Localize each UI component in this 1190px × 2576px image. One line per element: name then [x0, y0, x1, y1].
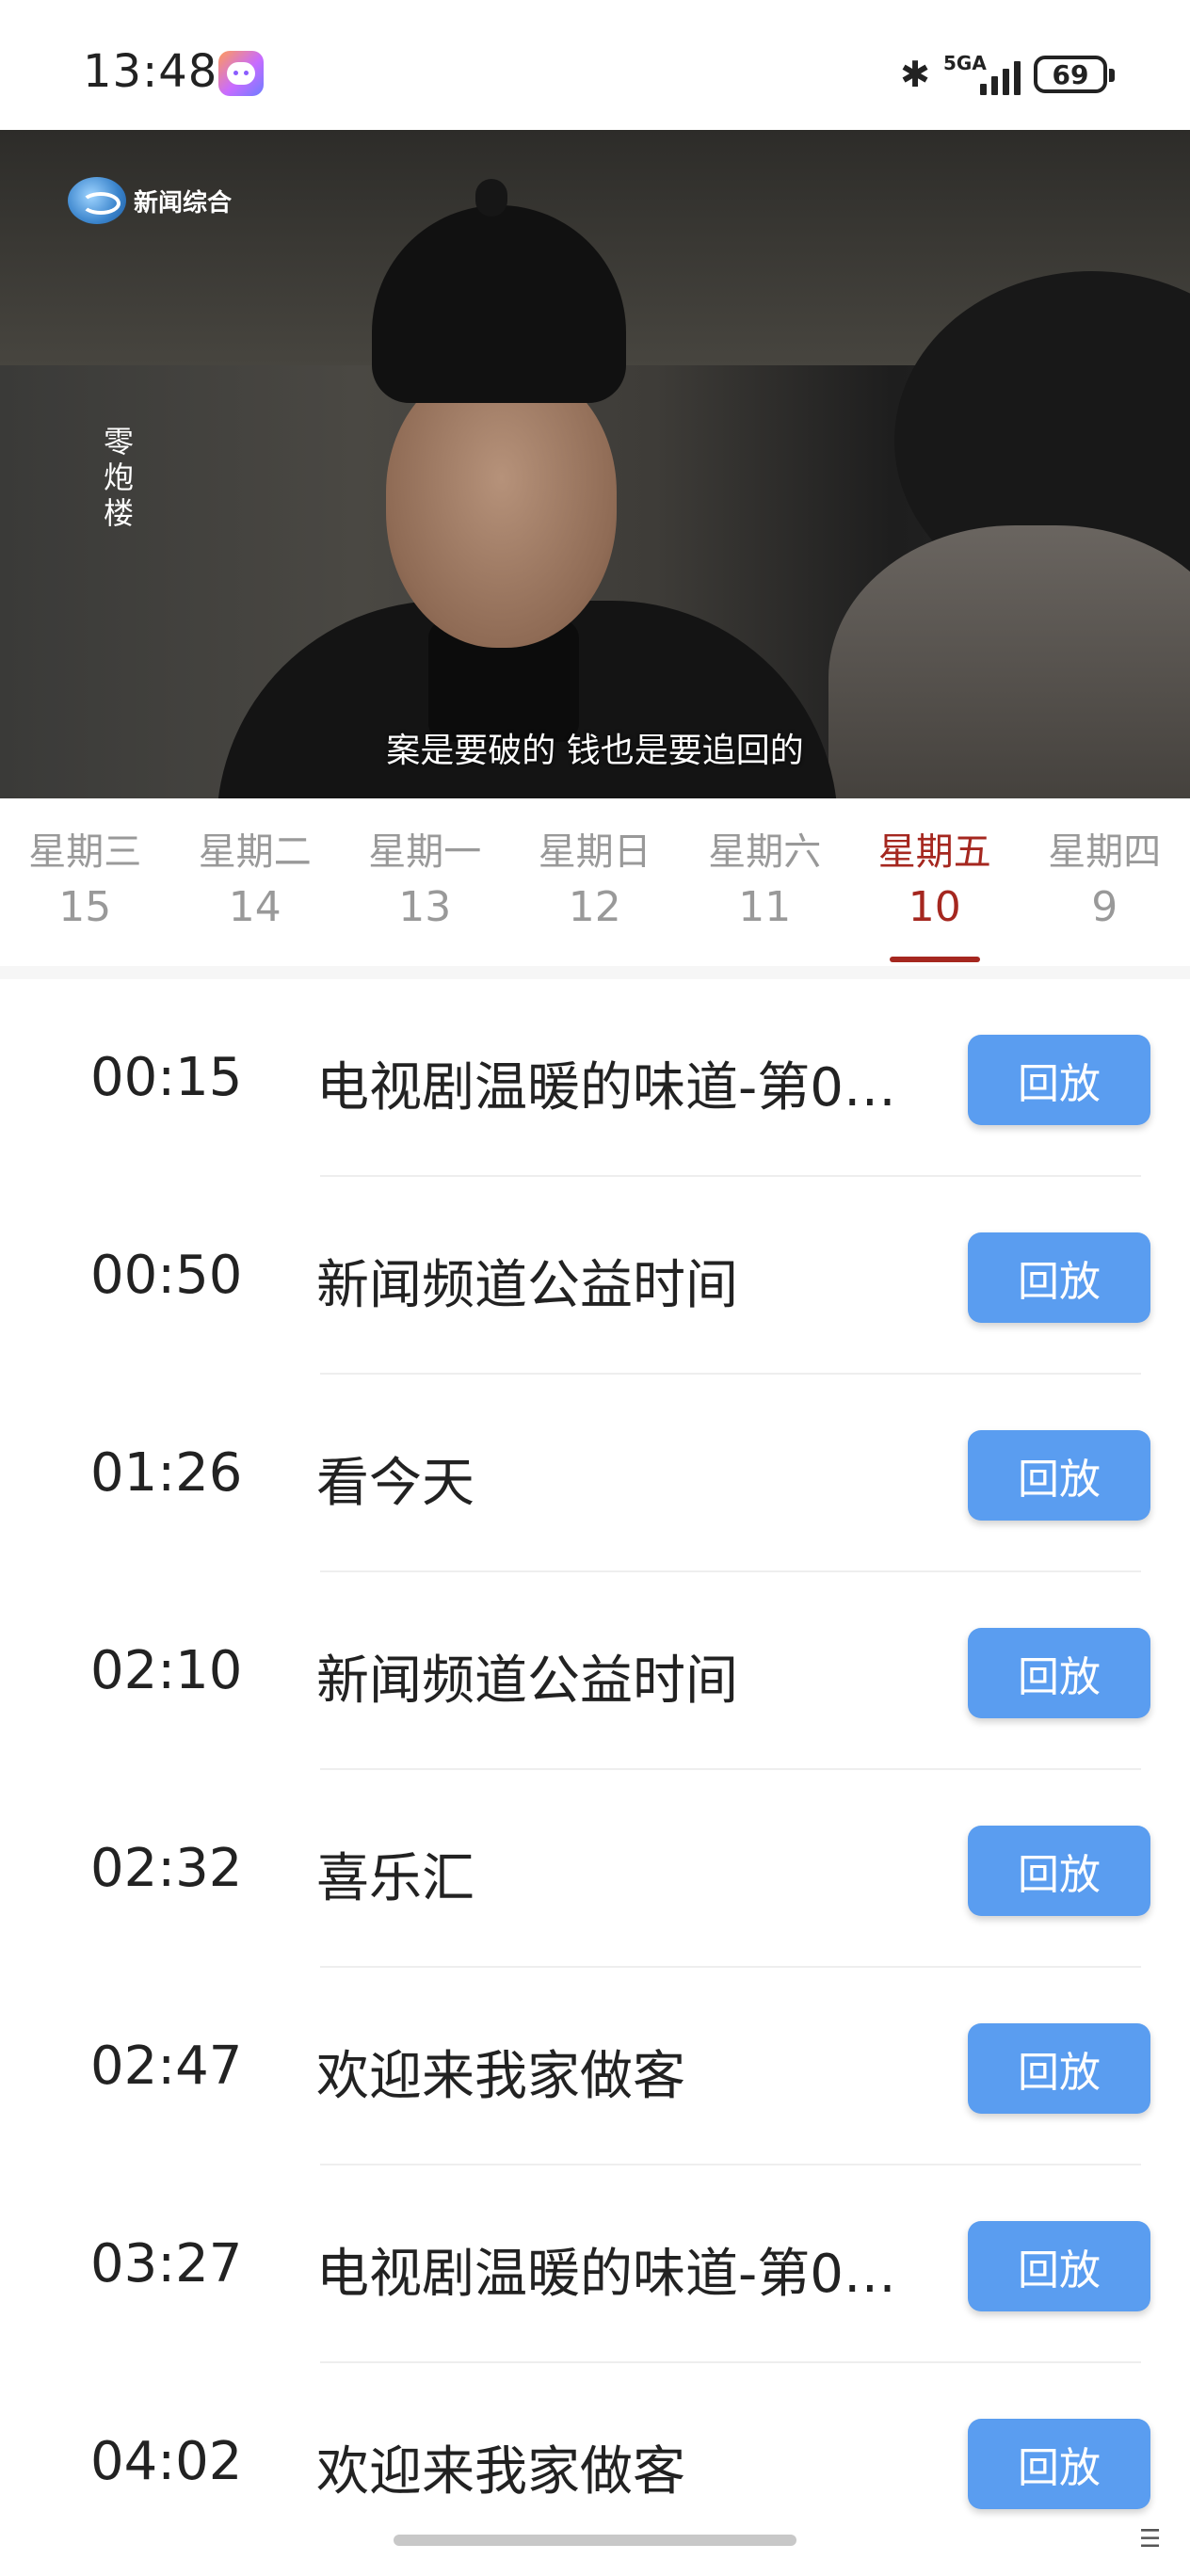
tab-day-name: 星期六 — [708, 830, 822, 874]
program-list: 00:15 电视剧温暖的味道-第0… 回放 00:50 新闻频道公益时间 回放 … — [0, 979, 1190, 2561]
tab-active-indicator — [889, 957, 980, 962]
drama-title: 零炮楼 — [103, 424, 134, 531]
tab-day-selected[interactable]: 星期五 10 — [850, 798, 1021, 966]
tab-day-date: 10 — [908, 883, 961, 931]
replay-button[interactable]: 回放 — [968, 2221, 1150, 2311]
replay-button[interactable]: 回放 — [968, 1430, 1150, 1521]
tab-day-name: 星期二 — [198, 830, 312, 874]
tab-day[interactable]: 星期四 9 — [1020, 798, 1190, 966]
signal-icon: 5GA — [943, 52, 1021, 97]
menu-lines-icon: ☰ — [1139, 2525, 1162, 2553]
program-row: 01:26 看今天 回放 — [0, 1375, 1190, 1572]
video-player[interactable]: 新闻综合 零炮楼 案是要破的 钱也是要追回的 — [0, 130, 1190, 798]
channel-logo-text: 新闻综合 — [134, 188, 233, 217]
program-row: 00:15 电视剧温暖的味道-第0… 回放 — [0, 979, 1190, 1177]
replay-button[interactable]: 回放 — [968, 2023, 1150, 2114]
battery-level: 69 — [1052, 58, 1089, 90]
bluetooth-icon: ✱ — [900, 54, 930, 95]
tab-day-date: 15 — [58, 883, 112, 931]
battery-icon: 69 — [1034, 56, 1115, 93]
program-row: 02:10 新闻频道公益时间 回放 — [0, 1572, 1190, 1770]
channel-logo-icon — [68, 177, 126, 224]
replay-button[interactable]: 回放 — [968, 1232, 1150, 1323]
status-indicators: ✱ 5GA 69 — [900, 49, 1115, 100]
program-time: 00:15 — [90, 1047, 243, 1108]
video-subtitle: 案是要破的 钱也是要追回的 — [386, 732, 804, 770]
home-indicator[interactable] — [394, 2535, 796, 2546]
replay-button[interactable]: 回放 — [968, 1628, 1150, 1718]
replay-button[interactable]: 回放 — [968, 1826, 1150, 1916]
program-time: 02:32 — [90, 1838, 243, 1899]
program-time: 01:26 — [90, 1442, 243, 1504]
tab-day-name: 星期一 — [368, 830, 482, 874]
status-time: 13:48 — [83, 45, 218, 98]
program-title: 新闻频道公益时间 — [316, 1255, 738, 1316]
tab-day-date: 11 — [738, 883, 792, 931]
program-row: 02:32 喜乐汇 回放 — [0, 1770, 1190, 1968]
tab-day-date: 12 — [568, 883, 621, 931]
tab-day-name: 星期日 — [538, 830, 651, 874]
program-title: 看今天 — [316, 1453, 474, 1514]
program-time: 02:10 — [90, 1640, 243, 1701]
tab-day[interactable]: 星期六 11 — [680, 798, 850, 966]
tab-day-date: 13 — [398, 883, 452, 931]
tab-day-date: 9 — [1091, 883, 1118, 931]
program-time: 04:02 — [90, 2431, 243, 2492]
tab-day[interactable]: 星期一 13 — [340, 798, 510, 966]
tab-day-date: 14 — [228, 883, 281, 931]
app-notification-icon — [218, 51, 264, 96]
program-title: 欢迎来我家做客 — [316, 2441, 685, 2503]
program-row: 04:02 欢迎来我家做客 回放 — [0, 2363, 1190, 2561]
program-row: 02:47 欢迎来我家做客 回放 — [0, 1968, 1190, 2165]
tab-day-name: 星期五 — [877, 830, 991, 874]
tab-day[interactable]: 星期三 15 — [0, 798, 170, 966]
tab-day-name: 星期三 — [28, 830, 142, 874]
program-title: 欢迎来我家做客 — [316, 2046, 685, 2107]
program-title: 电视剧温暖的味道-第0… — [316, 2244, 896, 2305]
program-title: 新闻频道公益时间 — [316, 1650, 738, 1712]
status-bar: 13:48 ✱ 5GA 69 — [0, 0, 1190, 130]
replay-button[interactable]: 回放 — [968, 2419, 1150, 2509]
program-row: 03:27 电视剧温暖的味道-第0… 回放 — [0, 2165, 1190, 2363]
replay-button[interactable]: 回放 — [968, 1035, 1150, 1125]
program-title: 喜乐汇 — [316, 1848, 474, 1909]
program-title: 电视剧温暖的味道-第0… — [316, 1057, 896, 1119]
program-time: 03:27 — [90, 2233, 243, 2294]
tab-day-name: 星期四 — [1048, 830, 1162, 874]
channel-logo: 新闻综合 — [68, 177, 232, 224]
day-tabs: 星期三 15 星期二 14 星期一 13 星期日 12 星期六 11 星期五 10 星期四 9 — [0, 798, 1190, 966]
tab-day[interactable]: 星期日 12 — [510, 798, 681, 966]
program-time: 02:47 — [90, 2036, 243, 2097]
program-time: 00:50 — [90, 1245, 243, 1306]
section-separator — [0, 966, 1190, 979]
tab-day[interactable]: 星期二 14 — [170, 798, 341, 966]
program-row: 00:50 新闻频道公益时间 回放 — [0, 1177, 1190, 1375]
